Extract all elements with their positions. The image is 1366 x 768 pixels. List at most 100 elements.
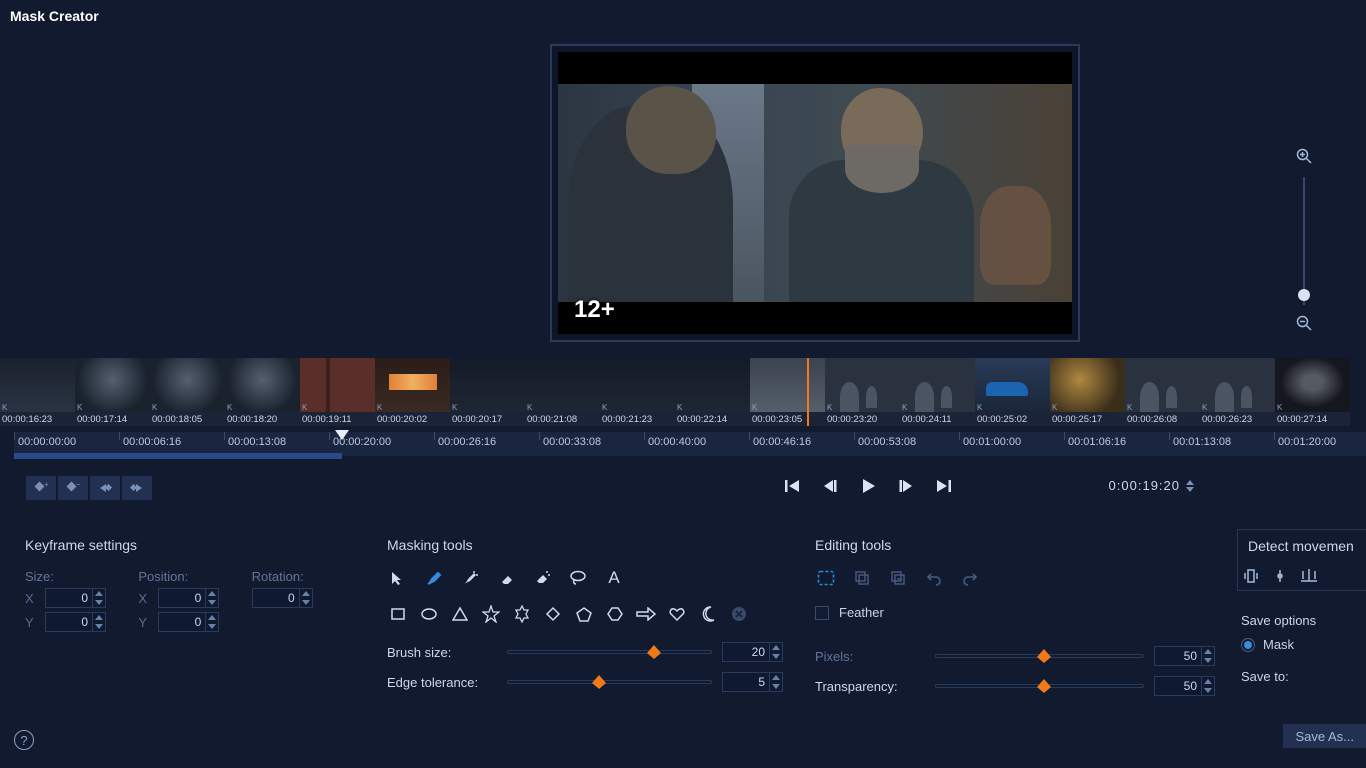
thumb-timecode: 00:00:24:11 [902,414,951,425]
svg-text:+: + [44,481,48,489]
rotation-input[interactable] [252,588,313,608]
pixels-slider[interactable] [935,654,1144,658]
filmstrip[interactable]: K00:00:16:23K00:00:17:14K00:00:18:05K00:… [0,358,1366,426]
redo-icon[interactable] [959,567,981,589]
feather-checkbox[interactable] [815,606,829,620]
zoom-slider [1294,148,1314,334]
text-tool-icon[interactable]: A [603,567,625,589]
paste-icon[interactable] [887,567,909,589]
pos-y-input[interactable] [158,612,219,632]
filmstrip-thumb[interactable]: K00:00:21:08 [525,358,600,426]
go-start-button[interactable] [780,474,804,498]
moon-shape-icon[interactable] [697,603,719,625]
timecode-field[interactable]: 0:00:19:20 [1109,478,1194,493]
transparency-input[interactable] [1154,676,1215,696]
hexagon-shape-icon[interactable] [604,603,626,625]
detect-tool-2-icon[interactable] [1272,568,1288,587]
lasso-tool-icon[interactable] [567,567,589,589]
thumb-timecode: 00:00:18:05 [152,414,202,425]
position-label: Position: [138,569,241,584]
filmstrip-thumb[interactable]: K00:00:17:14 [75,358,150,426]
size-x-input[interactable] [45,588,106,608]
mask-radio[interactable] [1241,638,1255,652]
filmstrip-thumb[interactable]: K00:00:23:20 [825,358,900,426]
zoom-thumb[interactable] [1298,289,1310,301]
detect-tool-1-icon[interactable] [1242,568,1260,587]
filmstrip-thumb[interactable]: K00:00:25:02 [975,358,1050,426]
keyframe-add-button[interactable]: + [26,476,56,500]
smart-eraser-tool-icon[interactable] [531,567,553,589]
detect-tool-3-icon[interactable] [1300,568,1318,587]
heart-shape-icon[interactable] [666,603,688,625]
filmstrip-thumb[interactable]: K00:00:21:23 [600,358,675,426]
ruler-tick-label: 00:00:26:16 [438,436,496,448]
zoom-in-icon[interactable] [1296,148,1312,167]
thumb-timecode: 00:00:23:05 [752,414,802,425]
ruler-tick-label: 00:01:00:00 [963,436,1021,448]
filmstrip-playhead[interactable] [807,358,809,426]
filmstrip-thumb[interactable]: K00:00:26:23 [1200,358,1275,426]
transparency-label: Transparency: [815,679,925,694]
step-forward-button[interactable] [894,474,918,498]
smart-brush-tool-icon[interactable] [459,567,481,589]
pentagon-shape-icon[interactable] [573,603,595,625]
filmstrip-thumb[interactable]: K00:00:24:11 [900,358,975,426]
play-button[interactable] [856,474,880,498]
filmstrip-thumb[interactable]: K00:00:26:08 [1125,358,1200,426]
edge-tolerance-input[interactable] [722,672,783,692]
diamond-shape-icon[interactable] [542,603,564,625]
timecode-spinner[interactable] [1186,480,1194,492]
keyframe-remove-button[interactable]: − [58,476,88,500]
help-button[interactable]: ? [14,730,34,750]
star6-shape-icon[interactable] [511,603,533,625]
marquee-tool-icon[interactable] [815,567,837,589]
arrow-shape-icon[interactable] [635,603,657,625]
filmstrip-thumb[interactable]: K00:00:22:14 [675,358,750,426]
ruler-tick-label: 00:00:33:08 [543,436,601,448]
filmstrip-thumb[interactable]: K00:00:23:05 [750,358,825,426]
filmstrip-thumb[interactable]: K00:00:27:14 [1275,358,1350,426]
filmstrip-thumb[interactable]: K00:00:19:11 [300,358,375,426]
thumb-timecode: 00:00:20:02 [377,414,427,425]
edge-tolerance-label: Edge tolerance: [387,675,497,690]
filmstrip-thumb[interactable]: K00:00:20:17 [450,358,525,426]
filmstrip-thumb[interactable]: K00:00:16:23 [0,358,75,426]
ruler-range [14,453,342,459]
filmstrip-thumb[interactable]: K00:00:25:17 [1050,358,1125,426]
filmstrip-thumb[interactable]: K00:00:18:05 [150,358,225,426]
eraser-tool-icon[interactable] [495,567,517,589]
size-y-input[interactable] [45,612,106,632]
thumb-timecode: 00:00:17:14 [77,414,127,425]
filmstrip-thumb[interactable]: K00:00:20:02 [375,358,450,426]
copy-icon[interactable] [851,567,873,589]
ruler-playhead[interactable] [335,430,349,442]
ruler-tick-label: 00:00:46:16 [753,436,811,448]
brush-size-input[interactable] [722,642,783,662]
star5-shape-icon[interactable] [480,603,502,625]
undo-icon[interactable] [923,567,945,589]
right-column: Detect movemen Save options Mask Save to… [1236,528,1366,704]
zoom-out-icon[interactable] [1296,315,1312,334]
brush-tool-icon[interactable] [423,567,445,589]
save-as-button[interactable]: Save As... [1283,724,1366,748]
go-end-button[interactable] [932,474,956,498]
triangle-shape-icon[interactable] [449,603,471,625]
step-back-button[interactable] [818,474,842,498]
zoom-track[interactable] [1303,177,1305,305]
edge-tolerance-slider[interactable] [507,680,712,684]
pointer-tool-icon[interactable] [387,567,409,589]
timecode-value: 0:00:19:20 [1109,478,1180,493]
rect-shape-icon[interactable] [387,603,409,625]
thumb-timecode: 00:00:21:23 [602,414,652,425]
filmstrip-thumb[interactable]: K00:00:18:20 [225,358,300,426]
pixels-input[interactable] [1154,646,1215,666]
keyframe-next-button[interactable] [122,476,152,500]
clear-shape-icon[interactable] [728,603,750,625]
ellipse-shape-icon[interactable] [418,603,440,625]
keyframe-prev-button[interactable] [90,476,120,500]
transparency-slider[interactable] [935,684,1144,688]
preview-video[interactable]: 12+ [558,52,1072,334]
brush-size-slider[interactable] [507,650,712,654]
ruler-tick-label: 00:00:13:08 [228,436,286,448]
pos-x-input[interactable] [158,588,219,608]
